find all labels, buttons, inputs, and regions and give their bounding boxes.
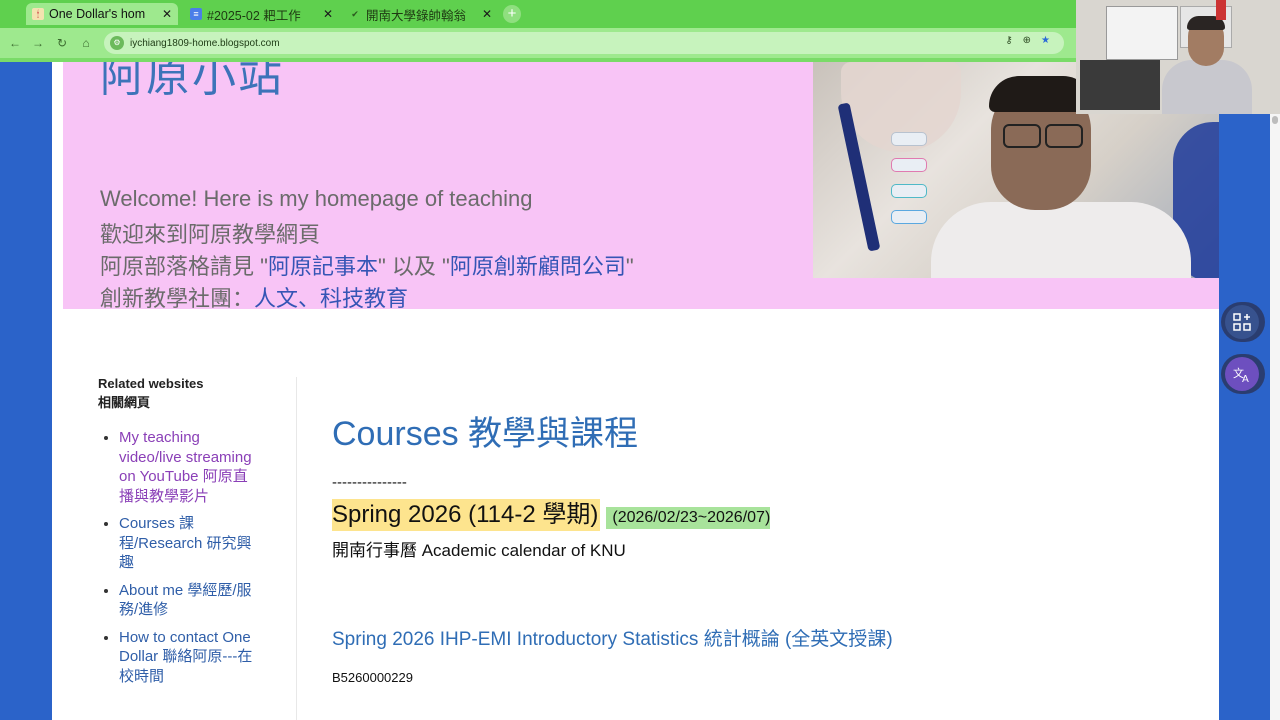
photo-lab-coat (931, 202, 1191, 278)
tab-bar: 🕯 One Dollar's hom ✕ ≡ #2025-02 耙工作 ✕ ✔ … (0, 0, 1076, 28)
webcam-whiteboard (1106, 6, 1178, 60)
blog-suffix: " (625, 254, 634, 279)
semester-line: Spring 2026 (114-2 學期) (2026/02/23~2026/0… (332, 499, 771, 531)
svg-text:A: A (1242, 374, 1249, 384)
webcam-monitor (1080, 60, 1160, 110)
page-scrollbar[interactable] (1270, 114, 1280, 720)
webcam-overlay (1076, 0, 1280, 114)
grid-apps-icon (1225, 305, 1259, 339)
sidebar-link-youtube[interactable]: My teaching video/live streaming on YouT… (119, 429, 252, 505)
tab-title: One Dollar's hom (49, 7, 146, 21)
tab-title: 開南大學錄帥翰翁 (366, 8, 467, 23)
blog-mid: " 以及 " (377, 254, 450, 279)
photo-test-tube (891, 132, 927, 146)
webcam-person-body (1162, 60, 1252, 114)
site-title[interactable]: 阿原小站 (100, 62, 284, 104)
scrollbar-thumb[interactable] (1272, 116, 1278, 124)
semester-date-range: (2026/02/23~2026/07) (606, 507, 771, 529)
community-prefix: 創新教學社團： (100, 286, 255, 311)
tab-title: #2025-02 耙工作 (207, 8, 301, 23)
photo-test-tube (891, 184, 927, 198)
blog-page: 阿原小站 Welcome! Here is my homepage of tea… (52, 62, 1219, 720)
site-info-icon[interactable]: ⚙ (110, 36, 124, 50)
close-tab-icon[interactable]: ✕ (482, 7, 492, 21)
blog-link-consulting[interactable]: 阿原創新顧問公司 (450, 254, 626, 279)
sidebar-link-about[interactable]: About me 學經歷/服務/進修 (119, 582, 252, 619)
home-icon[interactable]: ⌂ (78, 35, 94, 51)
sidebar-link-contact[interactable]: How to contact One Dollar 聯絡阿原---在校時間 (119, 629, 252, 685)
address-bar-actions: ⚷ ⊕ ★ (1005, 35, 1050, 46)
sidebar: Related websites 相關網頁 My teaching video/… (98, 374, 298, 694)
new-tab-plus-icon[interactable]: + (503, 5, 521, 23)
sidebar-link-courses[interactable]: Courses 課程/Research 研究興趣 (119, 515, 252, 571)
translate-icon: 文A (1225, 357, 1259, 391)
course-title-link[interactable]: Spring 2026 IHP-EMI Introductory Statist… (332, 624, 893, 651)
url-text: iychiang1809-home.blogspot.com (130, 37, 280, 49)
blog-links-line: 阿原部落格請見 "阿原記事本" 以及 "阿原創新顧問公司" (100, 249, 634, 281)
photo-test-tube (891, 158, 927, 172)
reload-icon[interactable]: ↻ (54, 35, 70, 51)
sidebar-heading-en: Related websites (98, 376, 204, 391)
welcome-text-zh: 歡迎來到阿原教學網頁 (100, 222, 321, 247)
tab-work-doc[interactable]: ≡ #2025-02 耙工作 ✕ (184, 3, 339, 25)
webcam-red-object (1216, 0, 1226, 20)
blog-prefix: 阿原部落格請見 " (100, 254, 268, 279)
close-tab-icon[interactable]: ✕ (323, 7, 333, 21)
close-tab-icon[interactable]: ✕ (162, 7, 172, 21)
tab-one-dollar-home[interactable]: 🕯 One Dollar's hom ✕ (26, 3, 178, 25)
candle-favicon-icon: 🕯 (32, 8, 44, 20)
key-icon[interactable]: ⚷ (1005, 35, 1012, 46)
forward-arrow-icon[interactable]: → (30, 35, 46, 51)
bookmark-star-icon[interactable]: ★ (1041, 35, 1050, 46)
course-code: B5260000229 (332, 670, 413, 685)
browser-toolbar: ← → ↻ ⌂ ⚙ iychiang1809-home.blogspot.com… (0, 28, 1076, 58)
academic-calendar-link[interactable]: 開南行事曆 Academic calendar of KNU (332, 536, 626, 561)
community-line: 創新教學社團：人文、科技教育 (100, 281, 408, 313)
blog-header: 阿原小站 Welcome! Here is my homepage of tea… (63, 62, 1219, 311)
page-title: Courses 教學與課程 (332, 415, 639, 453)
list-item: My teaching video/live streaming on YouT… (119, 428, 259, 506)
back-arrow-icon[interactable]: ← (7, 35, 23, 51)
related-links-list: My teaching video/live streaming on YouT… (98, 428, 298, 686)
translate-floating-button[interactable]: 文A (1221, 354, 1265, 394)
blog-link-notebook[interactable]: 阿原記事本 (268, 254, 378, 279)
zoom-icon[interactable]: ⊕ (1023, 35, 1031, 46)
sidebar-heading-zh: 相關網頁 (98, 395, 151, 410)
photo-test-tube (891, 210, 927, 224)
photo-glasses-left (1003, 124, 1041, 148)
separator: --------------- (332, 474, 407, 491)
address-bar[interactable]: ⚙ iychiang1809-home.blogspot.com ⚷ ⊕ ★ (104, 32, 1064, 54)
community-link[interactable]: 人文、科技教育 (254, 286, 408, 311)
tab-university[interactable]: ✔ 開南大學錄帥翰翁 ✕ (343, 3, 498, 25)
apps-floating-button[interactable] (1221, 302, 1265, 342)
list-item: About me 學經歷/服務/進修 (119, 581, 259, 620)
welcome-text: Welcome! Here is my homepage of teaching (100, 186, 533, 211)
sidebar-divider (296, 377, 297, 720)
docs-favicon-icon: ≡ (190, 8, 202, 20)
list-item: Courses 課程/Research 研究興趣 (119, 514, 259, 573)
semester-label: Spring 2026 (114-2 學期) (332, 499, 601, 531)
list-item: How to contact One Dollar 聯絡阿原---在校時間 (119, 628, 259, 687)
photo-glasses-right (1045, 124, 1083, 148)
site-favicon-icon: ✔ (351, 8, 359, 19)
